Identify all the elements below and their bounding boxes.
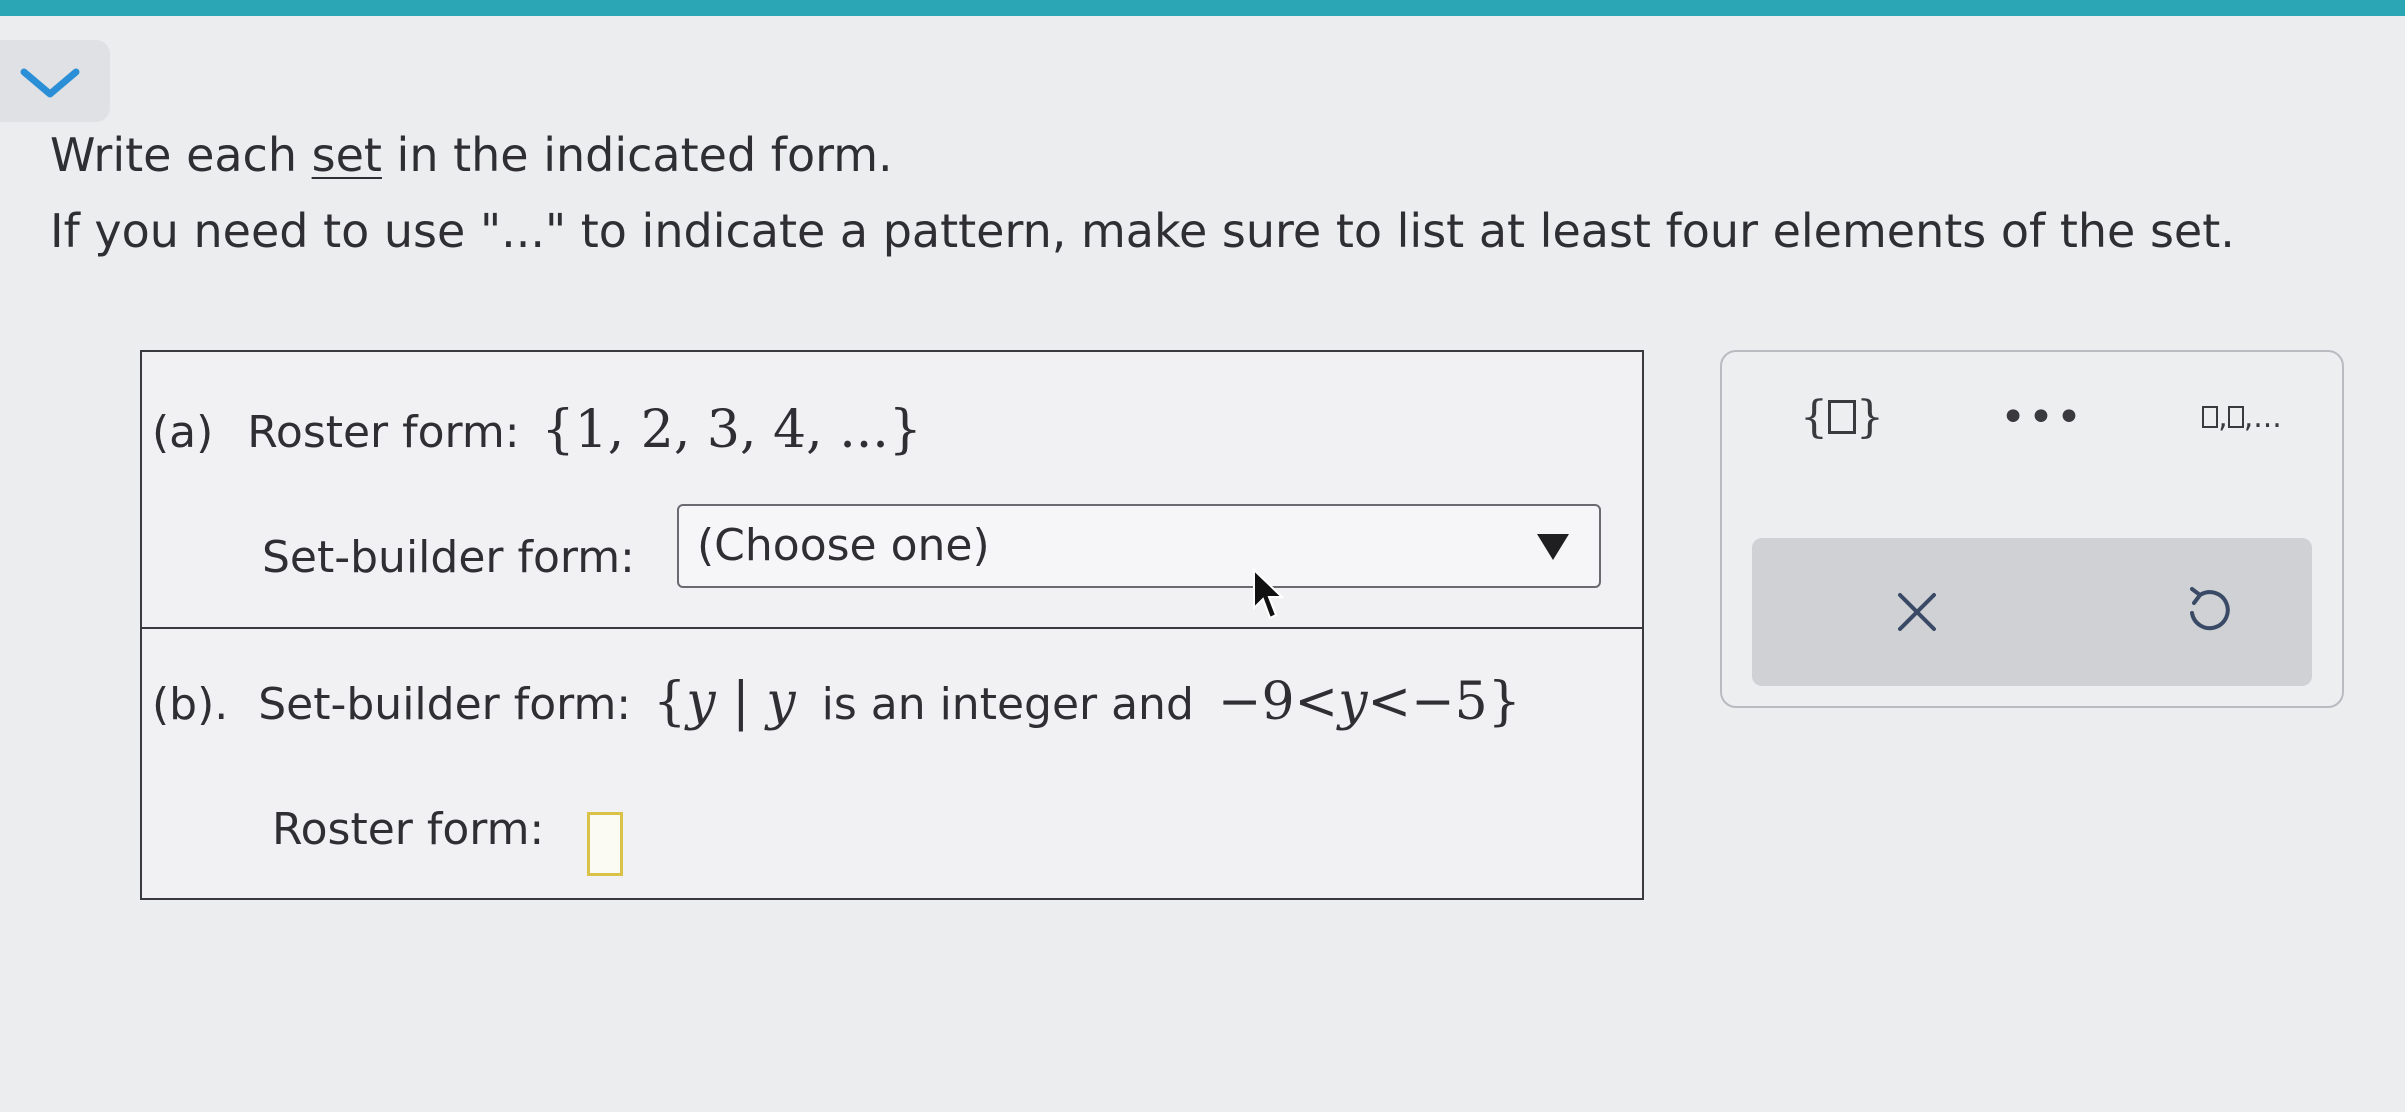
math-ineq-right: <−5 <box>1367 672 1488 732</box>
instruction-text: in the indicated form. <box>381 128 893 182</box>
math-close-brace: } <box>1487 672 1521 732</box>
part-b-condition-text: is an integer and <box>821 679 1194 730</box>
instruction-line-1: Write each set in the indicated form. <box>50 128 893 182</box>
placeholder-box-icon <box>2202 406 2219 428</box>
list-pattern-button[interactable]: ,,... <box>2162 382 2322 452</box>
part-b-roster-label: Roster form: <box>272 804 545 855</box>
placeholder-box-icon <box>1828 400 1856 434</box>
top-accent-bar <box>0 0 2405 16</box>
instruction-line-2: If you need to use "..." to indicate a p… <box>50 204 2235 258</box>
ellipsis-button[interactable]: ••• <box>1972 382 2112 452</box>
math-var: y <box>686 672 716 732</box>
close-icon <box>1898 593 1936 631</box>
undo-icon <box>2190 587 2230 631</box>
ellipsis-icon: ••• <box>2000 391 2084 443</box>
part-b-row: (b). Set-builder form: {y | y is an inte… <box>152 672 1521 732</box>
part-b-label: (b). <box>152 679 229 730</box>
setbuilder-select[interactable]: (Choose one) <box>677 504 1601 588</box>
comma-glyph: , <box>2218 399 2228 435</box>
clear-button[interactable] <box>1872 572 1962 652</box>
set-braces-button[interactable]: {} <box>1772 382 1912 452</box>
set-definition-link[interactable]: set <box>312 128 382 182</box>
math-open-brace: { <box>653 672 687 732</box>
chevron-down-icon <box>20 68 80 98</box>
math-toolbox: {} ••• ,,... <box>1720 350 2344 708</box>
placeholder-box-icon <box>2227 406 2244 428</box>
brace-close-glyph: } <box>1856 391 1884 443</box>
part-b-setbuilder-label: Set-builder form: <box>258 679 632 730</box>
mouse-pointer-icon <box>1253 568 1285 620</box>
brace-open-glyph: { <box>1800 391 1828 443</box>
part-a-roster-value: {1, 2, 3, 4, ...} <box>541 400 922 460</box>
math-ineq-left: −9< <box>1217 672 1339 732</box>
problem-box: (a) Roster form: {1, 2, 3, 4, ...} Set-b… <box>140 350 1644 900</box>
part-a-roster-label: Roster form: <box>247 407 520 458</box>
instruction-text: Write each <box>50 128 312 182</box>
part-b-setbuilder-expression: {y | y <box>653 672 795 732</box>
math-var: y <box>1338 672 1368 732</box>
collapse-toggle-button[interactable] <box>0 40 110 122</box>
part-divider <box>142 627 1642 629</box>
action-bar <box>1752 538 2312 686</box>
part-a-row: (a) Roster form: {1, 2, 3, 4, ...} <box>152 400 922 460</box>
select-current-value: (Choose one) <box>697 520 990 571</box>
part-a-label: (a) <box>152 407 214 458</box>
dropdown-arrow-icon <box>1537 534 1569 560</box>
math-var: y <box>766 672 796 732</box>
math-bar: | <box>732 672 750 732</box>
part-b-inequality: −9<y<−5} <box>1218 672 1521 732</box>
undo-button[interactable] <box>2162 572 2252 652</box>
list-ellipsis-glyph: ,... <box>2243 399 2282 435</box>
roster-answer-input[interactable] <box>587 812 623 876</box>
part-a-setbuilder-label: Set-builder form: <box>262 532 635 583</box>
